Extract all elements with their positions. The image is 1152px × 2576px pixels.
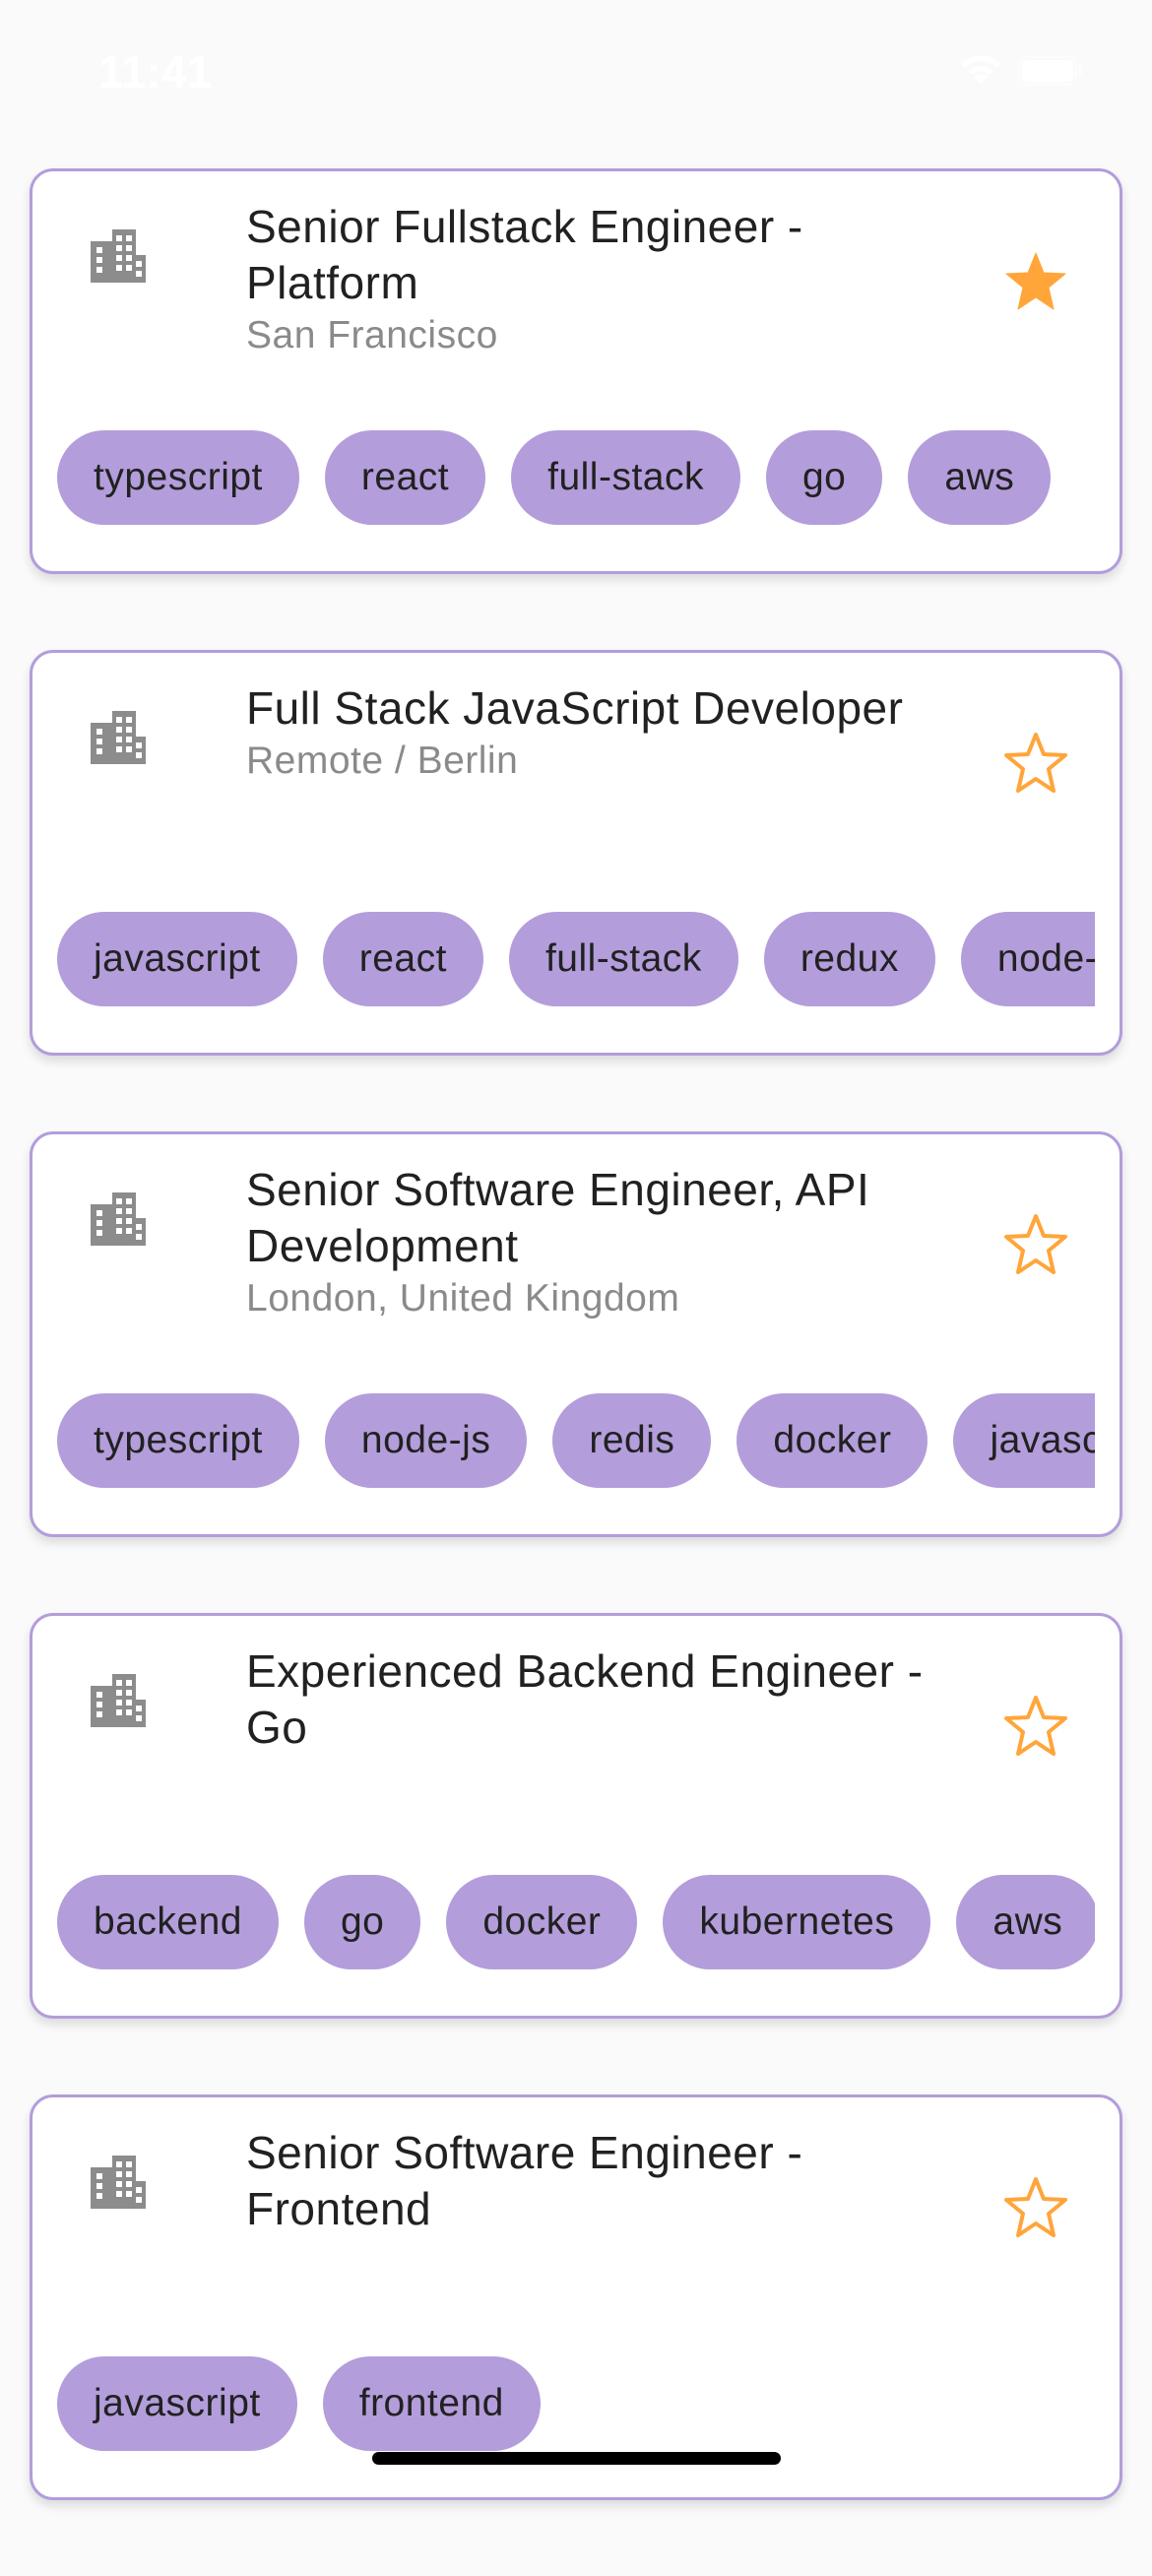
star-filled-icon[interactable] [1003, 250, 1068, 315]
tag-chip[interactable]: typescript [57, 430, 299, 525]
wifi-icon [959, 55, 1002, 87]
job-title: Full Stack JavaScript Developer Remote / … [246, 680, 975, 786]
tag-chip[interactable]: typescript [57, 1393, 299, 1488]
job-title: Experienced Backend Engineer - Go [246, 1643, 975, 1756]
job-list: Senior Fullstack Engineer - Platform San … [30, 168, 1122, 2576]
battery-icon [1018, 56, 1083, 86]
tag-chip[interactable]: backend [57, 1875, 279, 1969]
job-title-text: Senior Fullstack Engineer - Platform [246, 201, 803, 308]
job-title-text: Senior Software Engineer - Frontend [246, 2127, 803, 2234]
tag-chip[interactable]: frontend [322, 2356, 541, 2451]
tag-chip[interactable]: docker [446, 1875, 638, 1969]
tag-chip[interactable]: docker [736, 1393, 928, 1488]
tag-chip[interactable]: node-js [960, 912, 1095, 1006]
star-outline-icon[interactable] [1003, 1695, 1068, 1760]
tag-row: typescript node-js redis docker javascript [57, 1393, 1095, 1488]
tag-chip[interactable]: react [324, 430, 486, 525]
building-icon [87, 2152, 150, 2215]
status-icons [959, 55, 1083, 87]
tag-chip[interactable]: javascript [57, 912, 297, 1006]
job-title-text: Experienced Backend Engineer - Go [246, 1645, 924, 1753]
job-location: San Francisco [246, 314, 498, 356]
star-outline-icon[interactable] [1003, 732, 1068, 797]
tag-chip[interactable]: kubernetes [663, 1875, 931, 1969]
tag-chip[interactable]: aws [956, 1875, 1095, 1969]
tag-chip[interactable]: full-stack [508, 912, 738, 1006]
job-title-text: Senior Software Engineer, API Developmen… [246, 1164, 870, 1271]
job-card[interactable]: Senior Fullstack Engineer - Platform San … [30, 168, 1122, 574]
job-location: Remote / Berlin [246, 740, 519, 782]
tag-row: typescript react full-stack go aws [57, 430, 1095, 525]
tag-chip[interactable]: node-js [324, 1393, 528, 1488]
tag-chip[interactable]: react [322, 912, 483, 1006]
home-indicator[interactable] [372, 2452, 781, 2465]
tag-chip[interactable]: javascript [953, 1393, 1095, 1488]
tag-row: javascript frontend [57, 2356, 1095, 2451]
tag-row: javascript react full-stack redux node-js [57, 912, 1095, 1006]
tag-chip[interactable]: go [303, 1875, 421, 1969]
job-card[interactable]: Senior Software Engineer - Frontend javas… [30, 2094, 1122, 2500]
job-title: Senior Software Engineer - Frontend [246, 2125, 975, 2237]
status-time: 11:41 [98, 46, 213, 97]
building-icon [87, 707, 150, 770]
job-location: London, United Kingdom [246, 1277, 680, 1320]
tag-chip[interactable]: go [765, 430, 883, 525]
tag-row: backend go docker kubernetes aws [57, 1875, 1095, 1969]
tag-chip[interactable]: redux [763, 912, 935, 1006]
job-card[interactable]: Full Stack JavaScript Developer Remote / … [30, 650, 1122, 1056]
job-card[interactable]: Senior Software Engineer, API Developmen… [30, 1131, 1122, 1537]
tag-chip[interactable]: aws [908, 430, 1052, 525]
building-icon [87, 1189, 150, 1252]
status-bar: 11:41 [0, 0, 1152, 148]
job-title-text: Full Stack JavaScript Developer [246, 682, 904, 734]
tag-chip[interactable]: javascript [57, 2356, 297, 2451]
job-title: Senior Fullstack Engineer - Platform San … [246, 199, 975, 360]
star-outline-icon[interactable] [1003, 2176, 1068, 2241]
job-card[interactable]: Experienced Backend Engineer - Go backend… [30, 1613, 1122, 2019]
building-icon [87, 1670, 150, 1733]
job-title: Senior Software Engineer, API Developmen… [246, 1162, 975, 1323]
tag-chip[interactable]: full-stack [511, 430, 740, 525]
tag-chip[interactable]: redis [552, 1393, 712, 1488]
star-outline-icon[interactable] [1003, 1213, 1068, 1278]
building-icon [87, 225, 150, 289]
